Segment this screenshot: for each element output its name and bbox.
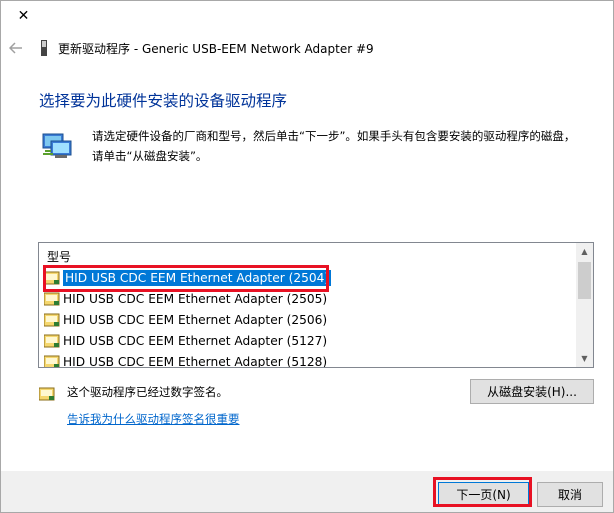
network-adapter-icon	[42, 133, 72, 158]
titlebar: ✕	[1, 1, 613, 31]
scroll-down-button[interactable]: ▼	[576, 350, 593, 367]
signing-info-link[interactable]: 告诉我为什么驱动程序签名很重要	[67, 411, 240, 427]
vertical-scrollbar[interactable]: ▲ ▼	[576, 243, 593, 367]
close-button[interactable]: ✕	[1, 1, 46, 31]
driver-icon	[44, 271, 60, 284]
page-heading: 选择要为此硬件安装的设备驱动程序	[39, 92, 288, 110]
device-icon	[41, 40, 47, 56]
driver-icon	[44, 292, 60, 305]
driver-icon	[44, 334, 60, 347]
next-button[interactable]: 下一页(N)	[438, 482, 529, 507]
scroll-thumb[interactable]	[578, 262, 591, 299]
have-disk-label: 从磁盘安装(H)...	[487, 385, 577, 399]
list-item[interactable]: HID USB CDC EEM Ethernet Adapter (2505)	[39, 288, 577, 309]
driver-update-dialog: ✕ 更新驱动程序 - Generic USB-EEM Network Adapt…	[0, 0, 614, 513]
model-listbox[interactable]: 型号 HID USB CDC EEM Ethernet Adapter (250…	[38, 242, 594, 368]
list-item-label: HID USB CDC EEM Ethernet Adapter (5128)	[63, 354, 328, 368]
scroll-up-button[interactable]: ▲	[576, 243, 593, 260]
list-item[interactable]: HID USB CDC EEM Ethernet Adapter (5128)	[39, 351, 577, 368]
have-disk-button[interactable]: 从磁盘安装(H)...	[470, 379, 594, 404]
signed-driver-icon	[39, 387, 55, 401]
chevron-up-icon: ▲	[581, 247, 588, 256]
list-item[interactable]: HID USB CDC EEM Ethernet Adapter (2504)	[39, 267, 577, 288]
window-title: 更新驱动程序 - Generic USB-EEM Network Adapter…	[58, 42, 374, 56]
cancel-button[interactable]: 取消	[537, 482, 603, 507]
cancel-label: 取消	[557, 488, 582, 502]
list-item[interactable]: HID USB CDC EEM Ethernet Adapter (5127)	[39, 330, 577, 351]
close-icon: ✕	[17, 8, 30, 24]
list-column-header: 型号	[47, 250, 72, 264]
signature-status: 这个驱动程序已经过数字签名。	[67, 385, 228, 399]
header-row: 更新驱动程序 - Generic USB-EEM Network Adapter…	[1, 31, 613, 65]
driver-icon	[44, 355, 60, 367]
list-item[interactable]: HID USB CDC EEM Ethernet Adapter (2506)	[39, 309, 577, 330]
back-arrow-icon[interactable]	[7, 39, 25, 57]
model-list-items: HID USB CDC EEM Ethernet Adapter (2504) H…	[39, 267, 577, 368]
list-item-label: HID USB CDC EEM Ethernet Adapter (2504)	[63, 269, 332, 286]
chevron-down-icon: ▼	[581, 354, 588, 363]
instructions-line-1: 请选定硬件设备的厂商和型号，然后单击“下一步”。如果手头有包含要安装的驱动程序的…	[92, 129, 576, 143]
list-item-label: HID USB CDC EEM Ethernet Adapter (5127)	[63, 333, 328, 348]
driver-icon	[44, 313, 60, 326]
next-label: 下一页(N)	[456, 488, 511, 502]
list-item-label: HID USB CDC EEM Ethernet Adapter (2505)	[63, 291, 328, 306]
list-item-label: HID USB CDC EEM Ethernet Adapter (2506)	[63, 312, 328, 327]
instructions: 请选定硬件设备的厂商和型号，然后单击“下一步”。如果手头有包含要安装的驱动程序的…	[92, 126, 592, 166]
instructions-line-2: 请单击“从磁盘安装”。	[92, 149, 208, 163]
